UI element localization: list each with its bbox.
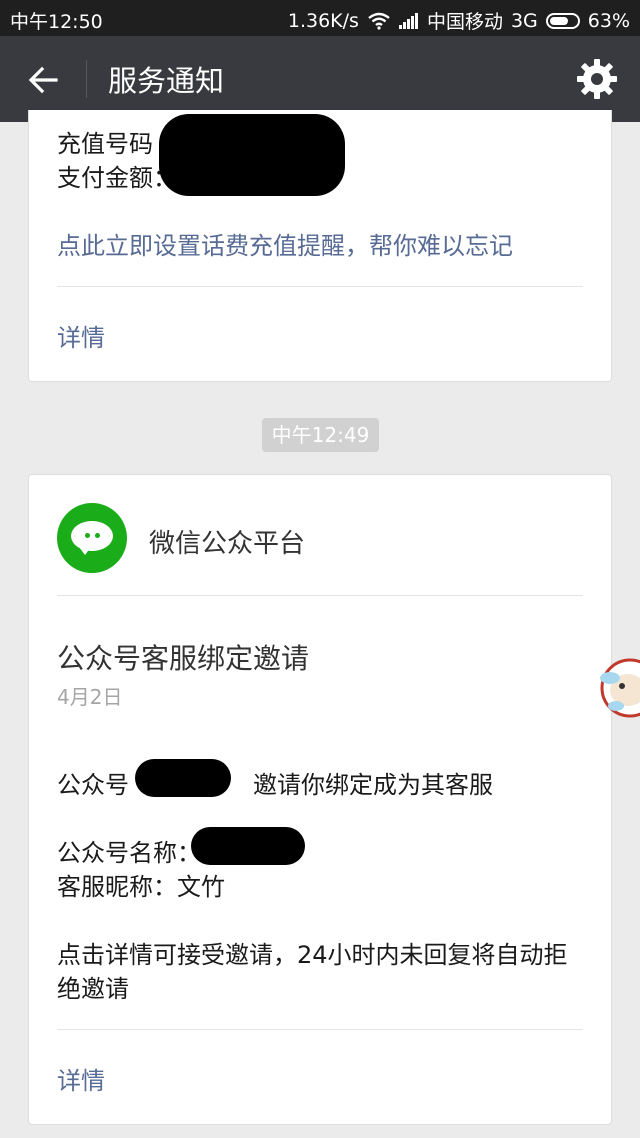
nickname-value: 文竹 [177,873,225,901]
redacted-overlay [135,759,231,797]
recharge-reminder-link[interactable]: 点此立即设置话费充值提醒，帮你难以忘记 [57,226,513,261]
nav-divider [86,60,87,98]
carrier-name: 中国移动 [426,11,503,33]
redacted-overlay [191,827,305,865]
note-line-1: 点击详情可接受邀请，24小时内未回复将自动拒 [57,941,568,969]
battery-icon [545,12,580,29]
message-timestamp: 中午12:49 [262,418,379,452]
network-type: 3G [510,9,538,32]
status-time: 中午12:50 [10,11,103,33]
status-bar: 中午12:50 1.36K/s 中国移动 3G 63% [0,0,640,36]
nickname-line: 客服昵称：文竹 [57,873,225,901]
wechat-logo-icon [57,503,127,573]
redacted-overlay [159,114,345,196]
account-name-label: 公众号名称： [57,839,201,867]
detail-link[interactable]: 详情 [57,318,105,353]
sender-name: 微信公众平台 [149,529,306,559]
signal-icon [398,12,419,29]
message-date: 4月2日 [57,685,123,709]
message-title: 公众号客服绑定邀请 [57,642,310,675]
wifi-icon [368,12,390,30]
card-divider [57,595,583,596]
back-arrow-icon[interactable] [22,58,66,102]
recharge-number-label: 充值号码 [57,130,153,158]
note-line-2: 绝邀请 [57,975,129,1003]
network-speed: 1.36K/s [287,9,359,32]
notification-card-recharge: 充值号码 支付金额：5 点此立即设置话费充值提醒，帮你难以忘记 详情 [28,110,612,382]
notification-card-invite[interactable]: 微信公众平台 公众号客服绑定邀请 4月2日 公众号 邀请你绑定成为其客服 公众号名… [28,474,612,1125]
card-divider [57,1029,583,1030]
page-title: 服务通知 [108,64,225,98]
battery-percent: 63% [587,9,630,32]
invite-text: 公众号 邀请你绑定成为其客服 [57,771,493,799]
detail-link[interactable]: 详情 [57,1061,105,1096]
status-right: 1.36K/s 中国移动 3G 63% [280,7,630,34]
gear-icon[interactable] [574,56,620,102]
floating-sticker-icon[interactable] [598,648,640,728]
card-divider [57,286,583,287]
